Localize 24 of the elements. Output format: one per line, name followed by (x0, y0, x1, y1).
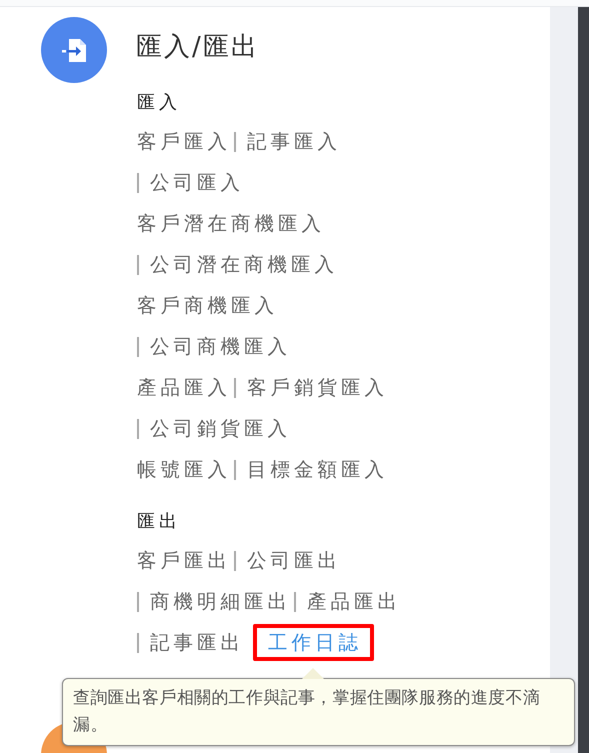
menu-link[interactable]: 工作日誌 (253, 624, 374, 661)
menu-link[interactable]: 公司潛在商機匯入 (150, 249, 338, 280)
menu-link[interactable]: 公司匯入 (150, 167, 244, 198)
group-heading: 匯入 (137, 91, 182, 115)
tooltip-pointer (302, 668, 324, 679)
menu-link[interactable]: 公司匯出 (247, 545, 341, 576)
menu-link[interactable]: 記事匯出 (150, 627, 244, 658)
menu-link[interactable]: 商機明細匯出 (150, 586, 291, 617)
menu-link[interactable]: 客戶匯入 (137, 126, 231, 157)
menu-link[interactable]: 記事匯入 (247, 126, 341, 157)
menu-link[interactable]: 產品匯出 (307, 586, 401, 617)
menu-link[interactable]: 目標金額匯入 (247, 454, 388, 485)
menu-link[interactable]: 帳號匯入 (137, 454, 231, 485)
menu-link[interactable]: 產品匯入 (137, 372, 231, 403)
menu-link[interactable]: 客戶銷貨匯入 (247, 372, 388, 403)
menu-link[interactable]: 客戶商機匯入 (137, 290, 278, 321)
menu-link[interactable]: 公司銷貨匯入 (150, 413, 291, 444)
menu-link[interactable]: 客戶潛在商機匯入 (137, 208, 325, 239)
section-title: 匯入/匯出 (136, 30, 259, 64)
tooltip: 查詢匯出客戶相關的工作與記事，掌握住團隊服務的進度不滴漏。 (62, 678, 575, 746)
menu-link[interactable]: 客戶匯出 (137, 545, 231, 576)
group-heading: 匯出 (137, 510, 182, 534)
file-import-icon (41, 17, 107, 83)
menu-link[interactable]: 公司商機匯入 (150, 331, 291, 362)
